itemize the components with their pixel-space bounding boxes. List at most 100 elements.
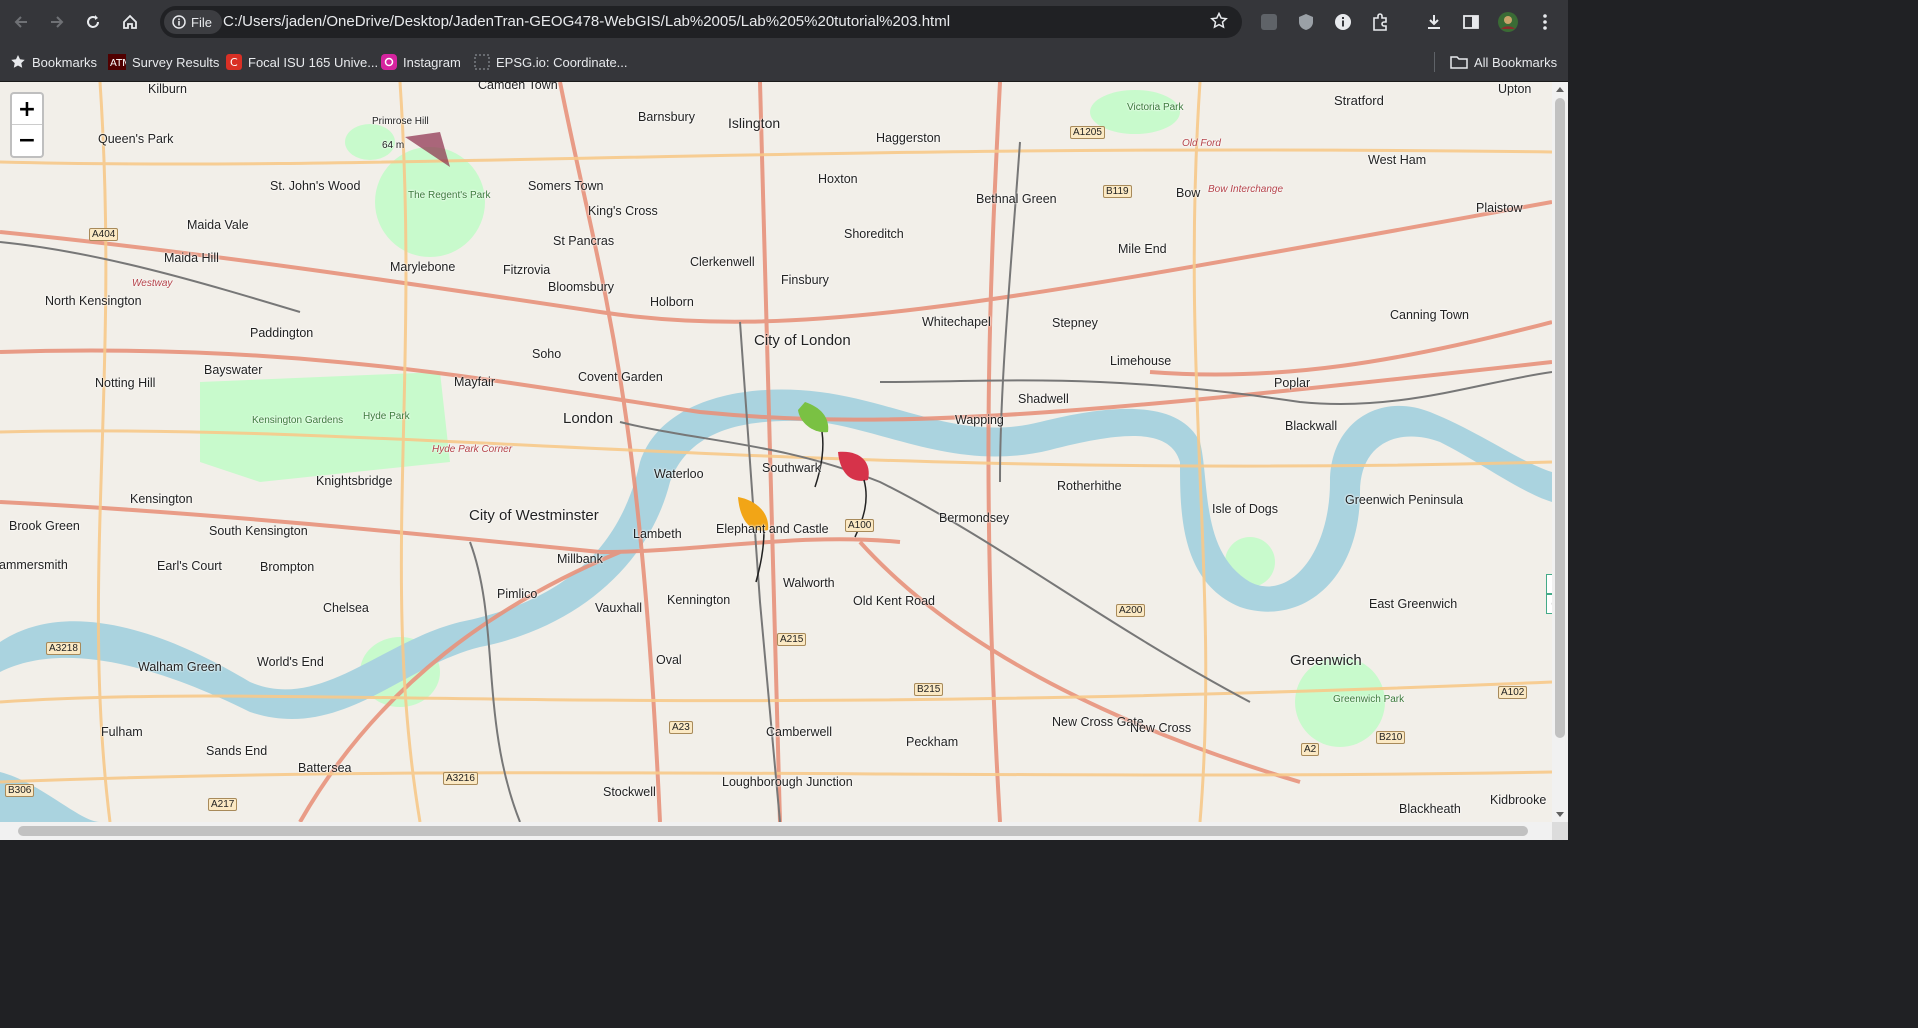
road-shield: A215	[777, 633, 807, 646]
place-label: Bow Interchange	[1208, 184, 1284, 195]
place-label: Sands End	[206, 744, 268, 758]
url-text[interactable]: C:/Users/jaden/OneDrive/Desktop/JadenTra…	[223, 13, 950, 30]
bookmark-item-instagram[interactable]: Instagram	[381, 52, 461, 72]
zoom-in-button[interactable]: +	[12, 94, 42, 125]
bookmark-star-button[interactable]	[1210, 11, 1228, 35]
place-label: 64 m	[382, 140, 405, 151]
scrollbar-corner	[1552, 822, 1568, 840]
place-label: Hoxton	[818, 172, 858, 186]
forward-button[interactable]	[44, 9, 70, 35]
home-button[interactable]	[117, 9, 143, 35]
back-button[interactable]	[8, 9, 34, 35]
place-label: Fitzrovia	[503, 263, 551, 277]
scrollbar-thumb[interactable]	[18, 826, 1528, 836]
place-label: Bloomsbury	[548, 280, 614, 294]
bookmarks-bar: Bookmarks ATM Survey Results C Focal ISU…	[0, 44, 1568, 82]
place-label: Victoria Park	[1127, 102, 1184, 113]
place-label: Holborn	[650, 295, 694, 309]
place-label: Southwark	[762, 461, 822, 475]
place-label: Primrose Hill	[372, 116, 429, 127]
extension-2-button[interactable]	[1295, 11, 1317, 33]
bookmark-item-survey-results[interactable]: ATM Survey Results	[108, 52, 219, 72]
place-label: Poplar	[1274, 376, 1311, 390]
place-label: Camberwell	[766, 725, 832, 739]
star-filled-icon	[11, 55, 25, 68]
place-label: Whitechapel	[922, 315, 991, 329]
place-label: Canning Town	[1390, 308, 1469, 322]
bookmark-item-focal[interactable]: C Focal ISU 165 Unive...	[226, 52, 378, 72]
road-shield: A3216	[443, 772, 478, 785]
place-label: Covent Garden	[578, 370, 663, 384]
zoom-control: + −	[10, 92, 44, 158]
extension-3-button[interactable]	[1332, 11, 1354, 33]
menu-button[interactable]	[1534, 11, 1556, 33]
forward-arrow-icon	[51, 16, 64, 28]
star-icon	[1210, 11, 1228, 29]
all-bookmarks-label: All Bookmarks	[1474, 54, 1558, 70]
side-panel-icon	[1463, 15, 1479, 29]
instagram-icon	[381, 54, 397, 70]
svg-text:C: C	[230, 56, 238, 69]
place-label: Brook Green	[9, 519, 80, 533]
place-label: Maida Vale	[187, 218, 249, 232]
place-label: Old Ford	[1182, 138, 1221, 149]
folder-icon	[1450, 56, 1468, 69]
site-info-chip[interactable]: File	[164, 10, 222, 34]
place-label: Bermondsey	[939, 511, 1010, 525]
bookmark-label: Survey Results	[132, 54, 220, 70]
reload-button[interactable]	[80, 9, 106, 35]
orange-leaf-marker[interactable]	[738, 497, 769, 583]
place-label: City of Westminster	[469, 507, 599, 524]
info-circle-icon	[1335, 14, 1351, 30]
place-label: Blackwall	[1285, 419, 1338, 433]
profile-avatar[interactable]	[1497, 11, 1519, 33]
back-arrow-icon	[14, 16, 27, 28]
leaflet-map[interactable]: + − Camden Town Kilburn Queen's Park Pri…	[0, 82, 1552, 822]
horizontal-scrollbar[interactable]	[0, 822, 1552, 840]
all-bookmarks-button[interactable]: All Bookmarks	[1450, 52, 1557, 72]
place-label: Maida Hill	[164, 251, 219, 265]
place-label: Notting Hill	[95, 376, 156, 390]
place-label: Oval	[656, 653, 682, 667]
place-label: Bow	[1176, 186, 1201, 200]
place-label: Rotherhithe	[1057, 479, 1122, 493]
place-label: Islington	[728, 115, 781, 131]
place-label: Marylebone	[390, 260, 456, 274]
reload-icon	[87, 15, 99, 28]
extensions-button[interactable]	[1369, 11, 1391, 33]
place-label: Elephant and Castle	[716, 522, 829, 536]
place-label: Upton	[1498, 82, 1532, 96]
place-label: Wapping	[955, 413, 1004, 427]
place-label: Barnsbury	[638, 110, 695, 124]
place-label: London	[563, 410, 614, 427]
place-label: Isle of Dogs	[1212, 502, 1279, 516]
bookmark-item-bookmarks[interactable]: Bookmarks	[10, 52, 97, 72]
zoom-out-button[interactable]: −	[12, 125, 42, 155]
side-panel-button[interactable]	[1460, 11, 1482, 33]
place-label: Shoreditch	[844, 227, 904, 241]
address-bar[interactable]: File C:/Users/jaden/OneDrive/Desktop/Jad…	[160, 6, 1242, 38]
place-label: Loughborough Junction	[722, 775, 853, 789]
road-shield: B306	[5, 784, 35, 797]
place-label: Kilburn	[148, 82, 187, 96]
bookmark-label: EPSG.io: Coordinate...	[496, 54, 628, 70]
place-label: Greenwich Peninsula	[1345, 493, 1464, 507]
road-shield: A404	[89, 228, 119, 241]
place-label: Pimlico	[497, 587, 538, 601]
place-label: Knightsbridge	[316, 474, 393, 488]
downloads-button[interactable]	[1423, 11, 1445, 33]
place-label: Paddington	[250, 326, 314, 340]
place-label: Old Kent Road	[853, 594, 935, 608]
kebab-menu-icon	[1543, 14, 1547, 30]
extension-1-button[interactable]	[1258, 11, 1280, 33]
vertical-scrollbar[interactable]	[1552, 82, 1568, 822]
place-label: Walworth	[783, 576, 835, 590]
place-label: Stepney	[1052, 316, 1098, 330]
bookmark-item-epsg[interactable]: EPSG.io: Coordinate...	[474, 52, 628, 72]
place-label: Battersea	[298, 761, 352, 775]
avatar-icon	[1498, 12, 1518, 32]
place-label: Stockwell	[603, 785, 656, 799]
scrollbar-thumb[interactable]	[1555, 98, 1565, 738]
road-shield: A2	[1301, 743, 1320, 756]
place-label: Fulham	[101, 725, 143, 739]
